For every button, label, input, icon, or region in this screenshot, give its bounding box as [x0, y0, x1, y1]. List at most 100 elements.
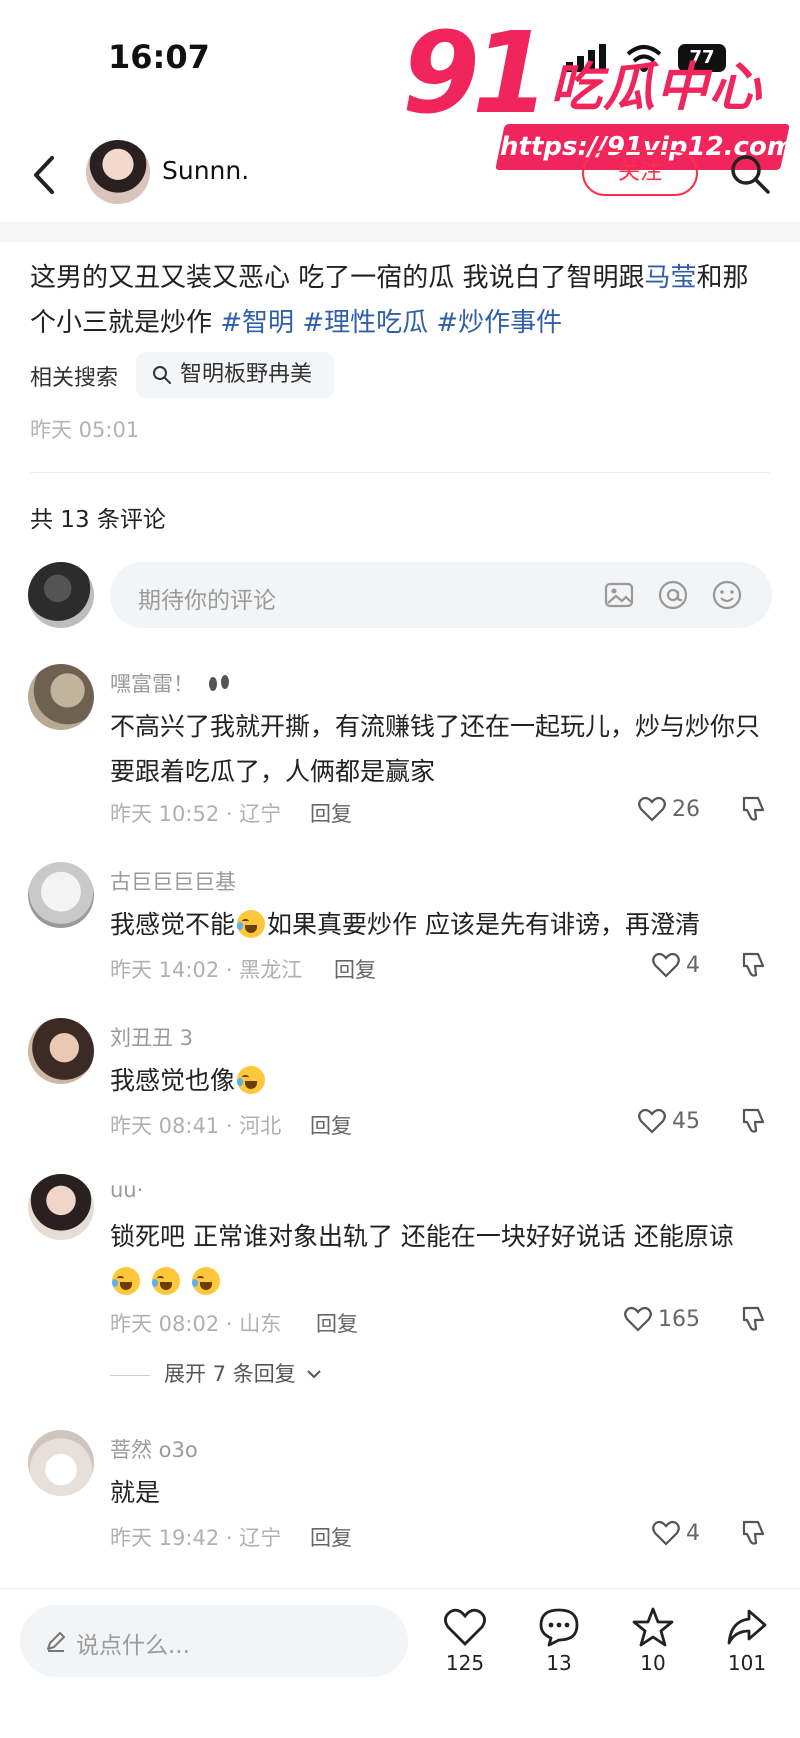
expand-replies-button[interactable]: 展开 7 条回复 [110, 1358, 322, 1388]
search-icon [153, 366, 171, 384]
like-count: 45 [672, 1109, 700, 1134]
comment-text-part: 我感觉也像 [110, 1066, 236, 1095]
laugh-cry-emoji-icon [112, 1267, 140, 1295]
like-count: 26 [672, 797, 700, 822]
comments-count-title: 共 13 条评论 [30, 507, 166, 533]
like-button[interactable]: 45 [638, 1108, 700, 1134]
back-icon[interactable] [24, 150, 64, 200]
heart-icon [652, 1520, 680, 1546]
post-text: 这男的又丑又装又恶心 吃了一宿的瓜 我说白了智明跟马莹和那个小三就是炒作 #智明… [30, 256, 770, 346]
related-search-chip[interactable]: 智明板野冉美 [136, 352, 334, 398]
laugh-cry-emoji-icon [151, 1267, 180, 1295]
author-avatar[interactable] [86, 140, 150, 204]
comment-meta: 昨天 19:42 · 辽宁 [110, 1526, 282, 1550]
author-name[interactable]: Sunnn. [162, 156, 249, 185]
dislike-icon[interactable] [738, 794, 768, 824]
reply-button[interactable]: 回复 [310, 1522, 352, 1552]
mention-icon[interactable] [656, 578, 690, 612]
dislike-icon[interactable] [738, 950, 768, 980]
mention-link[interactable]: 马莹 [645, 263, 697, 293]
post-text-part: 这男的又丑又装又恶心 吃了一宿的瓜 我说白了智明跟 [30, 263, 645, 293]
heart-icon [638, 796, 666, 822]
like-count: 4 [686, 1521, 700, 1546]
hashtag-link[interactable]: #理性吃瓜 [302, 308, 428, 338]
watermark-brand: 91 [402, 9, 550, 139]
comment-input-placeholder: 期待你的评论 [138, 588, 276, 614]
comment-text: 不高兴了我就开撕，有流赚钱了还在一起玩儿，炒与炒你只要跟着吃瓜了，人俩都是赢家 [110, 712, 761, 786]
commenter-name[interactable]: 刘丑丑 3 [110, 1022, 193, 1052]
comment-text: 锁死吧 正常谁对象出轨了 还能在一块好好说话 还能原谅 [110, 1214, 770, 1304]
expand-divider [110, 1374, 150, 1376]
heart-icon [444, 1608, 486, 1646]
heart-icon [638, 1108, 666, 1134]
comment-icon [539, 1608, 579, 1647]
laugh-cry-emoji-icon [237, 910, 266, 938]
heart-icon [624, 1306, 652, 1332]
commenter-name[interactable]: 嘿富雷！ [110, 668, 194, 698]
commenter-avatar[interactable] [28, 862, 94, 928]
comment-text: 我感觉也像 [110, 1058, 770, 1103]
comment-meta: 昨天 14:02 · 黑龙江 [110, 958, 303, 982]
like-post-button[interactable]: 125 [430, 1607, 500, 1675]
header-divider [0, 222, 800, 242]
comment-post-button[interactable]: 13 [524, 1607, 594, 1675]
heart-icon [652, 952, 680, 978]
say-something-input[interactable]: 说点什么... [20, 1605, 408, 1677]
related-search-query: 智明板野冉美 [180, 362, 313, 387]
crying-emoji-icon [237, 1066, 266, 1094]
like-button[interactable]: 26 [638, 796, 700, 822]
search-icon[interactable] [728, 152, 772, 196]
hashtag-link[interactable]: #智明 [220, 308, 294, 338]
pencil-icon [47, 1632, 65, 1652]
commenter-name[interactable]: 古巨巨巨巨基 [110, 866, 236, 896]
reply-button[interactable]: 回复 [334, 954, 376, 984]
post-header: Sunnn. 关注 [0, 130, 800, 220]
commenter-avatar[interactable] [28, 1018, 94, 1084]
comment-meta: 昨天 08:41 · 河北 [110, 1114, 282, 1138]
dislike-icon[interactable] [738, 1106, 768, 1136]
like-count: 125 [445, 1651, 485, 1675]
laugh-cry-emoji-icon [191, 1267, 220, 1295]
watermark-title: 吃瓜中心 [550, 58, 763, 118]
hashtag-link[interactable]: #炒作事件 [436, 308, 562, 338]
my-avatar [28, 562, 94, 628]
comment-meta: 昨天 10:52 · 辽宁 [110, 802, 282, 826]
commenter-avatar[interactable] [28, 664, 94, 730]
comment-meta: 昨天 08:02 · 山东 [110, 1312, 282, 1336]
related-search-label: 相关搜索 [30, 366, 119, 391]
post-divider [30, 472, 770, 473]
bottom-action-bar: 说点什么... 125 13 10 101 [0, 1588, 800, 1738]
comment-input[interactable]: 期待你的评论 [110, 562, 772, 628]
expand-replies-label: 展开 7 条回复 [164, 1362, 296, 1386]
like-button[interactable]: 4 [652, 952, 700, 978]
say-something-placeholder: 说点什么... [76, 1633, 190, 1659]
favorite-post-button[interactable]: 10 [618, 1607, 688, 1675]
comment-text-part: 锁死吧 正常谁对象出轨了 还能在一块好好说话 还能原谅 [110, 1222, 734, 1251]
commenter-name[interactable]: uu· [110, 1178, 143, 1202]
reply-button[interactable]: 回复 [316, 1308, 358, 1338]
share-post-button[interactable]: 101 [712, 1607, 782, 1675]
status-time: 16:07 [108, 38, 210, 76]
comment-text: 我感觉不能 如果真要炒作 应该是先有诽谤，再澄清 [110, 902, 770, 947]
share-icon [727, 1609, 767, 1645]
star-icon [632, 1607, 674, 1647]
reply-button[interactable]: 回复 [310, 1110, 352, 1140]
like-count: 165 [658, 1307, 700, 1332]
commenter-avatar[interactable] [28, 1174, 94, 1240]
like-button[interactable]: 165 [624, 1306, 700, 1332]
dislike-icon[interactable] [738, 1304, 768, 1334]
image-icon[interactable] [602, 578, 636, 612]
like-count: 4 [686, 953, 700, 978]
reply-button[interactable]: 回复 [310, 798, 352, 828]
dislike-icon[interactable] [738, 1518, 768, 1548]
emoji-icon[interactable] [710, 578, 744, 612]
favorite-count: 10 [640, 1651, 666, 1675]
chevron-down-icon [307, 1370, 322, 1379]
commenter-avatar[interactable] [28, 1430, 94, 1496]
follow-button[interactable]: 关注 [582, 150, 698, 196]
commenter-name[interactable]: 菩然 o3o [110, 1434, 198, 1464]
comment-count: 13 [546, 1651, 572, 1675]
share-count: 101 [727, 1651, 767, 1675]
footprints-icon [209, 675, 229, 691]
like-button[interactable]: 4 [652, 1520, 700, 1546]
